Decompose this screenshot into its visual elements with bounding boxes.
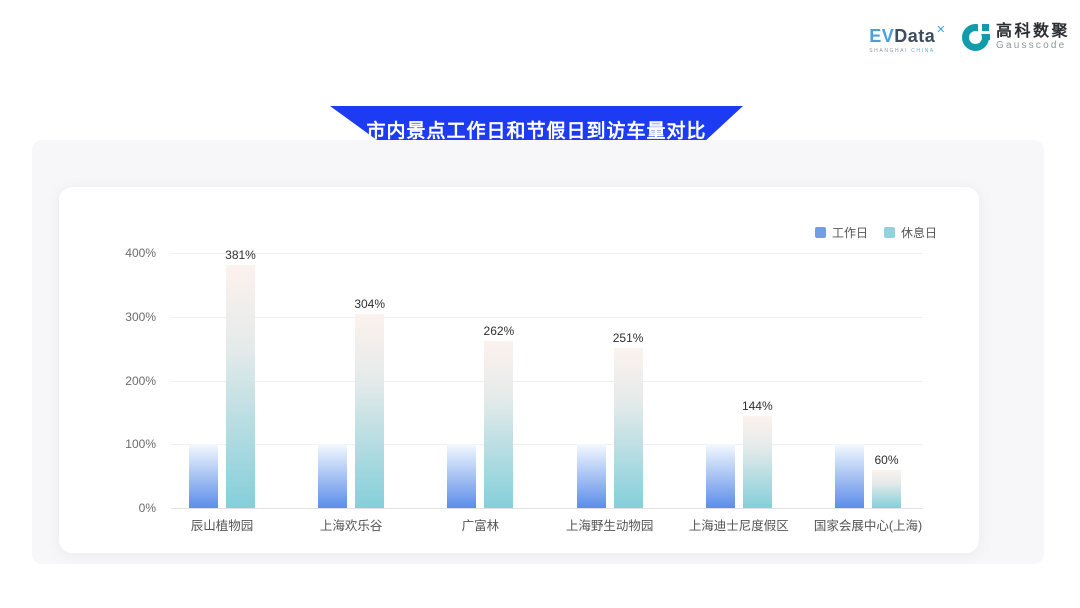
gridline	[171, 317, 923, 318]
y-axis-tick: 0%	[99, 501, 156, 515]
x-axis-label: 上海野生动物园	[535, 515, 685, 534]
page: EVData✕ SHANGHAI CHINA 高科数聚 Gausscode 市内…	[0, 0, 1080, 608]
evdata-subtext-left: SHANGHAI	[869, 48, 908, 54]
bar-workday-3	[577, 444, 606, 508]
gridline	[171, 444, 923, 445]
bar-workday-0	[189, 444, 218, 508]
bar-restday-5	[872, 470, 901, 508]
gausscode-en-label: Gausscode	[996, 40, 1070, 52]
page-title: 市内景点工作日和节假日到访车量对比	[366, 112, 706, 143]
bar-restday-2	[484, 341, 513, 508]
bar-value-label: 144%	[727, 399, 787, 413]
evdata-data-text: Data	[894, 26, 935, 46]
bar-value-label: 262%	[469, 324, 529, 338]
legend-swatch-workday	[815, 227, 826, 238]
evdata-subtext: SHANGHAI CHINA	[869, 48, 934, 54]
legend-swatch-restday	[884, 227, 895, 238]
bar-restday-0	[226, 265, 255, 508]
gridline	[171, 253, 923, 254]
legend-item-restday[interactable]: 休息日	[884, 224, 937, 241]
bar-workday-4	[706, 444, 735, 508]
y-axis-tick: 100%	[99, 437, 156, 451]
bar-workday-2	[447, 444, 476, 508]
bar-restday-1	[355, 314, 384, 508]
chart-legend: 工作日 休息日	[815, 224, 937, 241]
legend-label-workday: 工作日	[832, 224, 868, 241]
bar-restday-3	[614, 348, 643, 508]
gausscode-logo: 高科数聚 Gausscode	[962, 23, 1070, 52]
x-axis-label: 上海迪士尼度假区	[664, 515, 814, 534]
x-axis-label: 国家会展中心(上海)	[793, 515, 943, 534]
y-axis-tick: 400%	[99, 246, 156, 260]
gridline	[171, 381, 923, 382]
x-axis-label: 上海欢乐谷	[276, 515, 426, 534]
evdata-subtext-right: CHINA	[911, 48, 935, 54]
y-axis-tick: 300%	[99, 310, 156, 324]
chart-card: 0% 100% 200% 300% 400% 381% 辰山植物园 304% 上海欢乐谷 262%…	[58, 186, 980, 554]
gausscode-text: 高科数聚 Gausscode	[996, 23, 1070, 52]
evdata-x-icon: ✕	[936, 24, 946, 36]
bar-restday-4	[743, 416, 772, 508]
chart-plot: 0% 100% 200% 300% 400% 381% 辰山植物园 304% 上海欢乐谷 262%…	[59, 187, 979, 553]
bar-value-label: 60%	[857, 453, 917, 467]
legend-item-workday[interactable]: 工作日	[815, 224, 868, 241]
x-axis-line	[171, 508, 923, 509]
bar-value-label: 251%	[598, 331, 658, 345]
gausscode-g-icon	[962, 24, 989, 51]
evdata-ev-text: EV	[869, 26, 894, 46]
header-logos: EVData✕ SHANGHAI CHINA 高科数聚 Gausscode	[869, 20, 1070, 54]
bar-value-label: 381%	[211, 248, 271, 262]
legend-label-restday: 休息日	[901, 224, 937, 241]
evdata-wordmark: EVData✕	[869, 20, 946, 46]
x-axis-label: 广富林	[405, 515, 555, 534]
gausscode-cn-label: 高科数聚	[996, 23, 1070, 40]
y-axis-tick: 200%	[99, 374, 156, 388]
bar-workday-1	[318, 444, 347, 508]
x-axis-label: 辰山植物园	[147, 515, 297, 534]
evdata-logo: EVData✕ SHANGHAI CHINA	[869, 20, 946, 54]
bar-value-label: 304%	[340, 297, 400, 311]
